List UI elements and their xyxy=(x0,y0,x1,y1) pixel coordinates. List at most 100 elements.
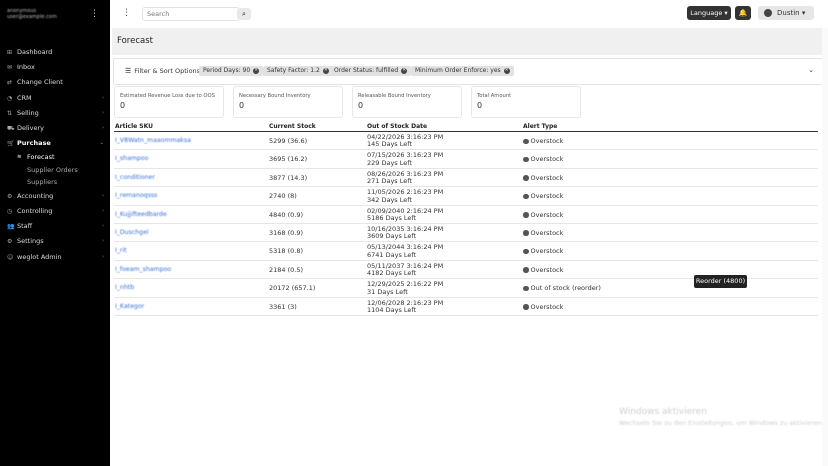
sku-link[interactable]: I_nhtb xyxy=(115,284,134,291)
sku-link[interactable]: I_V8Watn_maaommaksa xyxy=(115,137,191,144)
staff-icon: 👥 xyxy=(7,223,15,231)
chevron-right-icon: › xyxy=(102,238,104,245)
close-icon[interactable]: ✕ xyxy=(253,67,260,74)
user-email: user@example.com xyxy=(7,14,57,20)
sidebar-item-purchase[interactable]: 🛒 Purchase ⌄ xyxy=(0,136,110,151)
filter-chip[interactable]: Safety Factor: 1.2 ✕ xyxy=(263,66,333,76)
truck-icon: ⛟ xyxy=(7,124,15,132)
table-row[interactable]: I_Kujjifteedbarde 4840 (0.9) 02/09/2040 2:… xyxy=(114,206,818,224)
sidebar-item-staff[interactable]: 👥 Staff › xyxy=(0,219,110,234)
filter-bar: ☰ Filter & Sort Options Period Days: 90 ✕ … xyxy=(113,58,823,85)
column-header-sku[interactable]: Article SKU xyxy=(115,123,153,130)
sidebar-item-change-client[interactable]: ⇄ Change Client xyxy=(0,75,110,90)
current-stock: 3695 (16.2) xyxy=(269,155,308,164)
close-icon[interactable]: ✕ xyxy=(401,67,408,74)
days-left: 4182 Days Left xyxy=(367,269,417,278)
sidebar-item-label: Controlling xyxy=(17,207,53,215)
table-row[interactable]: I_Kategor 3361 (3) 12/06/2028 2:16:23 PM 11… xyxy=(114,298,818,316)
table-row[interactable]: I_conditioner 3877 (14.3) 08/26/2026 3:16:… xyxy=(114,169,818,188)
sidebar-item-inbox[interactable]: ✉ Inbox xyxy=(0,60,110,75)
search-icon[interactable]: ⌕ xyxy=(237,8,251,20)
column-header-stock[interactable]: Current Stock xyxy=(269,123,316,130)
column-header-date[interactable]: Out of Stock Date xyxy=(367,123,427,130)
sidebar-item-label: Settings xyxy=(17,237,44,246)
search-input[interactable] xyxy=(143,8,229,20)
filter-chip-label: Minimum Order Enforce: yes xyxy=(415,67,501,74)
table-row[interactable]: I_remanoqsss 2740 (8) 11/05/2026 2:16:23 P… xyxy=(114,187,818,206)
table-row[interactable]: I_Duschgel 3168 (0.9) 10/16/2035 3:16:24 P… xyxy=(114,224,818,243)
user-menu-button[interactable]: Dustin ▾ xyxy=(758,6,814,20)
forecast-icon: ≋ xyxy=(17,154,22,161)
column-header-alert[interactable]: Alert Type xyxy=(523,123,557,130)
card-label: Necessary Bound Inventory xyxy=(239,93,311,99)
sku-link[interactable]: I_shampoo xyxy=(115,155,148,162)
table-row[interactable]: I_rit 5318 (0.8) 05/13/2044 3:16:24 PM 6741… xyxy=(114,242,818,261)
sidebar-item-selling[interactable]: ⇅ Selling › xyxy=(0,106,110,121)
sidebar-menu-icon[interactable]: ⋮ xyxy=(90,9,99,19)
card-label: Estimated Revenue Loss due to OOS xyxy=(120,93,215,99)
close-icon[interactable]: ✕ xyxy=(503,67,510,74)
sidebar-subitem-supplier-orders[interactable]: Supplier Orders xyxy=(0,164,110,177)
status-dot-icon xyxy=(523,156,529,163)
out-of-stock-date: 04/22/2026 3:16:23 PM 145 Days Left xyxy=(367,133,443,149)
sku-link[interactable]: I_remanoqsss xyxy=(115,192,157,199)
sidebar-subitem-forecast[interactable]: ≋ Forecast xyxy=(0,151,110,164)
out-of-stock-date: 11/05/2026 2:16:23 PM 342 Days Left xyxy=(367,188,443,204)
filter-chip[interactable]: Period Days: 90 ✕ xyxy=(199,66,264,76)
days-left: 5186 Days Left xyxy=(367,213,417,222)
sidebar-item-delivery[interactable]: ⛟ Delivery › xyxy=(0,121,110,136)
filter-chip[interactable]: Order Status: fulfilled ✕ xyxy=(330,66,412,76)
filter-icon: ☰ xyxy=(125,67,132,75)
sidebar-item-label: Dashboard xyxy=(17,48,53,56)
sidebar-item-settings[interactable]: ⚙ Settings › xyxy=(0,234,110,249)
sku-link[interactable]: I_Kujjifteedbarde xyxy=(115,211,167,218)
sidebar-subitem-suppliers[interactable]: Suppliers xyxy=(0,176,110,189)
filter-chip-label: Safety Factor: 1.2 xyxy=(267,67,320,74)
current-stock: 3168 (0.9) xyxy=(269,228,304,237)
sku-link[interactable]: I_conditioner xyxy=(115,174,155,181)
days-left: 145 Days Left xyxy=(367,140,412,149)
sidebar-nav: ⊞ Dashboard ✉ Inbox ⇄ Change Client ◔ CRM › ⇅ Sell… xyxy=(0,45,110,265)
table-body: I_V8Watn_maaommaksa 5299 (36.6) 04/22/2026… xyxy=(114,132,818,316)
alert-type: Overstock xyxy=(523,155,563,163)
alert-type: Out of stock (reorder) xyxy=(523,284,601,292)
sku-link[interactable]: I_Duschgel xyxy=(115,229,149,236)
filter-sort-button[interactable]: ☰ Filter & Sort Options xyxy=(125,67,200,75)
chevron-right-icon: › xyxy=(102,94,104,101)
sidebar-item-crm[interactable]: ◔ CRM › xyxy=(0,91,110,106)
out-of-stock-date: 12/06/2028 2:16:23 PM 1104 Days Left xyxy=(367,299,443,315)
sidebar-item-label: Delivery xyxy=(17,123,44,132)
language-button[interactable]: Language ▾ xyxy=(687,6,731,20)
alert-type: Overstock xyxy=(523,247,563,255)
sku-link[interactable]: I_rit xyxy=(115,247,127,254)
status-dot-icon xyxy=(523,193,529,200)
activation-watermark: Windows aktivieren Wechseln Sie zu den E… xyxy=(619,407,824,427)
chevron-down-icon[interactable]: ⌄ xyxy=(808,66,814,74)
sku-link[interactable]: I_foeam_shampoo xyxy=(115,266,171,273)
selling-icon: ⇅ xyxy=(7,109,13,117)
watermark-text: Wechseln Sie zu den Einstellungen, um Wi… xyxy=(619,419,824,427)
sidebar-item-controlling[interactable]: ◷ Controlling › xyxy=(0,204,110,219)
sidebar-item-accounting[interactable]: ⚙ Accounting › xyxy=(0,189,110,204)
sidebar-subitem-label: Suppliers xyxy=(27,178,58,187)
bell-icon[interactable]: 🔔 xyxy=(735,6,751,20)
table-row[interactable]: I_V8Watn_maaommaksa 5299 (36.6) 04/22/2026… xyxy=(114,132,818,151)
card-value: 0 xyxy=(477,101,483,110)
table-row[interactable]: I_shampoo 3695 (16.2) 07/15/2026 3:16:23 P… xyxy=(114,150,818,169)
sku-link[interactable]: I_Kategor xyxy=(115,303,144,310)
chevron-right-icon: › xyxy=(102,223,104,230)
sidebar-item-dashboard[interactable]: ⊞ Dashboard xyxy=(0,45,110,60)
scrollbar[interactable] xyxy=(822,28,828,466)
status-dot-icon xyxy=(523,175,529,181)
crm-icon: ◔ xyxy=(7,94,13,102)
sidebar-item-weglot-admin[interactable]: ☺ weglot Admin › xyxy=(0,250,110,265)
reorder-button[interactable]: Reorder (4800) xyxy=(694,275,747,288)
more-icon[interactable]: ⋮ xyxy=(122,8,131,18)
switch-icon: ⇄ xyxy=(7,79,13,87)
filter-chip[interactable]: Minimum Order Enforce: yes ✕ xyxy=(411,66,514,76)
sidebar-header: anonymous user@example.com ⋮ xyxy=(0,0,110,30)
status-dot-icon xyxy=(523,212,529,218)
sidebar-subitem-label: Forecast xyxy=(27,153,55,162)
inbox-icon: ✉ xyxy=(7,64,13,72)
close-icon[interactable]: ✕ xyxy=(322,67,329,74)
